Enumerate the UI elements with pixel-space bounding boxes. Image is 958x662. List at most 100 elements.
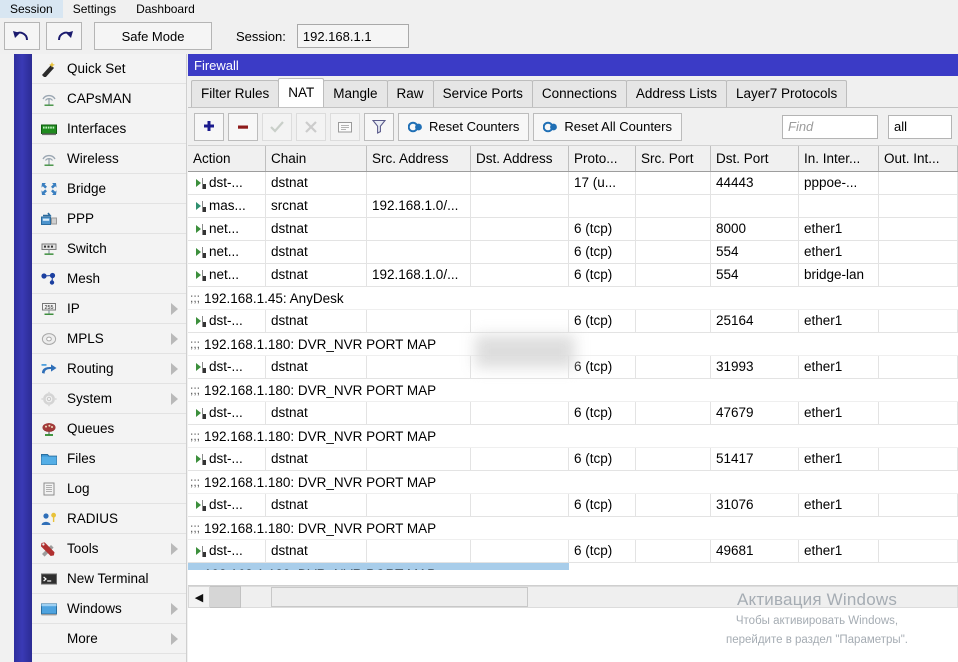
column-header-dst-address[interactable]: Dst. Address — [471, 146, 569, 171]
cell-src-port — [636, 402, 711, 425]
menu-item-dashboard[interactable]: Dashboard — [126, 0, 205, 18]
tab-layer7-protocols[interactable]: Layer7 Protocols — [726, 80, 847, 107]
cell-action: dst-... — [188, 310, 266, 333]
enable-rule-button[interactable] — [262, 113, 292, 141]
table-row[interactable]: dst-...dstnat6 (tcp)51417ether1 — [188, 448, 958, 471]
terminal-icon — [40, 571, 58, 587]
menu-item-settings[interactable]: Settings — [63, 0, 126, 18]
comment-row[interactable]: ;;;192.168.1.45: AnyDesk — [188, 287, 958, 310]
sidebar-item-log[interactable]: Log — [32, 474, 186, 504]
column-header-in-inter-[interactable]: In. Inter... — [799, 146, 879, 171]
sidebar-item-tools[interactable]: Tools — [32, 534, 186, 564]
undo-button[interactable] — [4, 22, 40, 50]
cell-dst-port: 49681 — [711, 540, 799, 563]
reset-all-counters-button[interactable]: Reset All Counters — [533, 113, 682, 141]
sidebar-item-routing[interactable]: Routing — [32, 354, 186, 384]
cell-action: dst-... — [188, 494, 266, 517]
filter-button[interactable] — [364, 113, 394, 141]
table-row[interactable]: dst-...dstnat6 (tcp)25164ether1 — [188, 310, 958, 333]
sidebar-item-label: Wireless — [67, 151, 119, 166]
tab-raw[interactable]: Raw — [387, 80, 434, 107]
column-header-src-address[interactable]: Src. Address — [367, 146, 471, 171]
sidebar-item-new-terminal[interactable]: New Terminal — [32, 564, 186, 594]
cell-action-text: net... — [209, 241, 239, 263]
table-row[interactable]: dst-...dstnat6 (tcp)49681ether1 — [188, 540, 958, 563]
add-rule-button[interactable] — [194, 113, 224, 141]
sidebar-item-quick-set[interactable]: Quick Set — [32, 54, 186, 84]
tab-mangle[interactable]: Mangle — [323, 80, 387, 107]
sidebar-item-more[interactable]: More — [32, 624, 186, 654]
column-header-dst-port[interactable]: Dst. Port — [711, 146, 799, 171]
masquerade-icon — [196, 201, 206, 212]
sidebar-item-label: CAPsMAN — [67, 91, 132, 106]
table-row[interactable]: net...dstnat192.168.1.0/...6 (tcp)554bri… — [188, 264, 958, 287]
filter-scope-select[interactable]: all — [888, 115, 952, 139]
scrollbar-track[interactable] — [241, 586, 958, 608]
sidebar-item-switch[interactable]: Switch — [32, 234, 186, 264]
comment-row[interactable]: ;;;192.168.1.180: DVR_NVR PORT MAP — [188, 379, 958, 402]
chevron-right-icon — [171, 363, 178, 375]
sidebar-item-capsman[interactable]: CAPsMAN — [32, 84, 186, 114]
sidebar-item-system[interactable]: System — [32, 384, 186, 414]
comment-marker-icon: ;;; — [190, 383, 200, 397]
sidebar-item-label: MPLS — [67, 331, 104, 346]
comment-button[interactable] — [330, 113, 360, 141]
tab-connections[interactable]: Connections — [532, 80, 627, 107]
sidebar-item-mesh[interactable]: Mesh — [32, 264, 186, 294]
sidebar-item-wireless[interactable]: Wireless — [32, 144, 186, 174]
sidebar-item-mpls[interactable]: MPLS — [32, 324, 186, 354]
minus-icon — [236, 120, 250, 134]
tab-nat[interactable]: NAT — [278, 78, 324, 107]
sidebar-item-files[interactable]: Files — [32, 444, 186, 474]
scrollbar-thumb[interactable] — [271, 587, 528, 607]
window-icon — [38, 599, 60, 619]
arrow-left-icon[interactable]: ◀ — [188, 586, 210, 608]
find-input[interactable]: Find — [782, 115, 878, 139]
comment-row[interactable]: ;;;192.168.1.180: DVR_NVR PORT MAP — [188, 517, 958, 540]
table-row[interactable]: net...dstnat6 (tcp)554ether1 — [188, 241, 958, 264]
horizontal-scrollbar[interactable]: ◀ — [188, 585, 958, 608]
comment-marker-icon: ;;; — [190, 337, 200, 351]
cell-in-interface: ether1 — [799, 356, 879, 379]
table-row[interactable]: mas...srcnat192.168.1.0/... — [188, 195, 958, 218]
reset-counters-button[interactable]: Reset Counters — [398, 113, 529, 141]
table-row[interactable]: dst-...dstnat6 (tcp)47679ether1 — [188, 402, 958, 425]
comment-row[interactable]: ;;;192.168.1.180: DVR_NVR PORT MAP — [188, 425, 958, 448]
sidebar-item-queues[interactable]: Queues — [32, 414, 186, 444]
reset-all-counters-label: Reset All Counters — [564, 119, 672, 134]
terminal-icon — [38, 569, 60, 589]
table-row[interactable]: net...dstnat6 (tcp)8000ether1 — [188, 218, 958, 241]
sidebar-item-bridge[interactable]: Bridge — [32, 174, 186, 204]
redo-button[interactable] — [46, 22, 82, 50]
firewall-tabs: Filter RulesNATMangleRawService PortsCon… — [188, 76, 958, 108]
sidebar-item-radius[interactable]: RADIUS — [32, 504, 186, 534]
scrollbar-left-page[interactable] — [210, 586, 241, 608]
sidebar-item-windows[interactable]: Windows — [32, 594, 186, 624]
sidebar-item-ip[interactable]: 255IP — [32, 294, 186, 324]
cell-src-address — [367, 448, 471, 471]
cell-in-interface: ether1 — [799, 218, 879, 241]
tab-service-ports[interactable]: Service Ports — [433, 80, 533, 107]
column-header-chain[interactable]: Chain — [266, 146, 367, 171]
cell-src-address — [367, 540, 471, 563]
column-header-src-port[interactable]: Src. Port — [636, 146, 711, 171]
safe-mode-button[interactable]: Safe Mode — [94, 22, 212, 50]
cell-protocol: 6 (tcp) — [569, 494, 636, 517]
tab-filter-rules[interactable]: Filter Rules — [191, 80, 279, 107]
tab-address-lists[interactable]: Address Lists — [626, 80, 727, 107]
remove-rule-button[interactable] — [228, 113, 258, 141]
table-row[interactable]: dst-...dstnat17 (u...44443pppoe-... — [188, 172, 958, 195]
comment-row[interactable]: ;;;192.168.1.180: DVR_NVR PORT MAP — [188, 471, 958, 494]
comment-row[interactable]: ;;;192.168.1.180: DVR_NVR PORT MAP — [188, 333, 958, 356]
table-row[interactable]: dst-...dstnat6 (tcp)31076ether1 — [188, 494, 958, 517]
session-address-field[interactable]: 192.168.1.1 — [297, 24, 409, 48]
status-line — [188, 570, 958, 586]
column-header-action[interactable]: Action — [188, 146, 266, 171]
column-header-proto-[interactable]: Proto... — [569, 146, 636, 171]
table-row[interactable]: dst-...dstnat6 (tcp)31993ether1 — [188, 356, 958, 379]
disable-rule-button[interactable] — [296, 113, 326, 141]
menu-item-session[interactable]: Session — [0, 0, 63, 18]
sidebar-item-interfaces[interactable]: Interfaces — [32, 114, 186, 144]
column-header-out-int-[interactable]: Out. Int... — [879, 146, 958, 171]
sidebar-item-ppp[interactable]: PPP — [32, 204, 186, 234]
